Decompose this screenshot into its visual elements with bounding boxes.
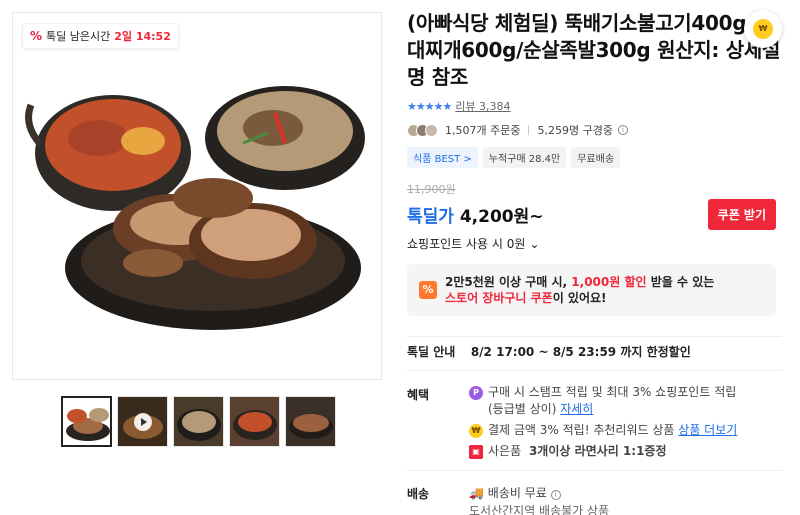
deal-price: 톡딜가 4,200원~ bbox=[407, 202, 544, 227]
price-row: 톡딜가 4,200원~ 쿠폰 받기 bbox=[407, 199, 782, 230]
deal-info-row: 톡딜 안내 8/2 17:00 ~ 8/5 23:59 까지 한정할인 bbox=[407, 343, 782, 360]
floating-reward-button[interactable]: ₩ bbox=[744, 10, 782, 48]
shipping-info: 🚚 배송비 무료 i bbox=[469, 484, 782, 501]
orders-count: 1,507개 주문중 bbox=[445, 124, 521, 137]
food-illustration bbox=[25, 86, 365, 330]
benefits-label: 혜택 bbox=[407, 388, 430, 402]
deal-price-label: 톡딜가 bbox=[407, 207, 454, 227]
benefit-stamp: P 구매 시 스탬프 적립 및 최대 3% 쇼핑포인트 적립 (등급별 상이) … bbox=[469, 384, 737, 418]
coupon-icon: % bbox=[419, 281, 437, 299]
shipping-fee: 배송비 무료 bbox=[487, 486, 547, 500]
review-count-link[interactable]: 리뷰 3,384 bbox=[455, 98, 510, 114]
original-price: 11,900원 bbox=[407, 183, 456, 196]
tag-cumulative-purchase: 누적구매 28.4만 bbox=[482, 147, 567, 168]
gift-icon: ▣ bbox=[469, 445, 483, 459]
deal-info-label: 톡딜 안내 bbox=[407, 345, 456, 359]
reward-coin-icon: ₩ bbox=[753, 19, 773, 39]
benefit-list: P 구매 시 스탬프 적립 및 최대 3% 쇼핑포인트 적립 (등급별 상이) … bbox=[469, 384, 737, 464]
divider bbox=[407, 470, 782, 471]
chevron-down-icon: ⌄ bbox=[529, 236, 540, 251]
tag-food-best[interactable]: 식품 BEST > bbox=[407, 147, 478, 168]
product-title: (아빠식당 체험딜) 뚝배기소불고기400g/부대찌개600g/순살족발300g… bbox=[407, 11, 781, 89]
thumbnail-video[interactable] bbox=[117, 396, 168, 447]
thumbnail-4[interactable] bbox=[229, 396, 280, 447]
truck-icon: 🚚 bbox=[469, 486, 484, 500]
more-products-link[interactable]: 상품 더보기 bbox=[678, 423, 737, 437]
coupon-button[interactable]: 쿠폰 받기 bbox=[707, 199, 776, 230]
buyer-stats: 1,507개 주문중 5,259명 구경중 i bbox=[407, 122, 782, 138]
deal-timer-badge: % 톡딜 남은시간 2일 14:52 bbox=[22, 23, 179, 49]
thumbnail-1[interactable] bbox=[61, 396, 112, 447]
tag-free-shipping: 무료배송 bbox=[571, 147, 621, 168]
divider bbox=[407, 336, 782, 337]
info-icon[interactable]: i bbox=[550, 490, 561, 500]
play-icon bbox=[134, 413, 152, 431]
point-icon: P bbox=[469, 386, 483, 400]
shipping-note: 도서산간지역 배송불가 상품 bbox=[469, 504, 610, 515]
subscriber-count: 5,259명 구경중 bbox=[537, 124, 613, 137]
buyer-avatars bbox=[407, 123, 438, 137]
thumbnail-3[interactable] bbox=[173, 396, 224, 447]
rating-row: ★★★★★ 리뷰 3,384 bbox=[407, 98, 782, 114]
details-link[interactable]: 자세히 bbox=[560, 402, 593, 416]
reward-coin-icon: ₩ bbox=[469, 424, 483, 438]
benefit-reward: ₩ 결제 금액 3% 적립! 추천리워드 상품 상품 더보기 bbox=[469, 422, 737, 439]
benefit-gift: ▣ 사은품 3개이상 라면사리 1:1증정 bbox=[469, 443, 737, 460]
deal-price-amount: 4,200원~ bbox=[459, 207, 544, 227]
divider bbox=[407, 370, 782, 371]
promo-text: 2만5천원 이상 구매 시, 1,000원 할인 받을 수 있는 스토어 장바구… bbox=[445, 275, 715, 305]
tag-list: 식품 BEST > 누적구매 28.4만 무료배송 bbox=[407, 147, 782, 168]
deal-info-text: 8/2 17:00 ~ 8/5 23:59 까지 한정할인 bbox=[470, 345, 691, 359]
points-row[interactable]: 쇼핑포인트 사용 시 0원 ⌄ bbox=[407, 235, 782, 252]
shipping-label: 배송 bbox=[407, 487, 430, 501]
star-rating-icon: ★★★★★ bbox=[407, 99, 452, 113]
timer-value: 2일 14:52 bbox=[114, 30, 171, 43]
points-text: 쇼핑포인트 사용 시 0원 bbox=[407, 237, 526, 251]
divider bbox=[528, 125, 530, 135]
thumbnail-strip bbox=[61, 396, 336, 447]
main-product-image[interactable]: % 톡딜 남은시간 2일 14:52 bbox=[12, 12, 382, 380]
product-info: (아빠식당 체험딜) 뚝배기소불고기400g/부대찌개600g/순살족발300g… bbox=[407, 10, 782, 316]
info-icon[interactable]: i bbox=[617, 125, 628, 135]
thumbnail-5[interactable] bbox=[285, 396, 336, 447]
timer-label: 톡딜 남은시간 bbox=[46, 30, 111, 43]
store-coupon-banner[interactable]: % 2만5천원 이상 구매 시, 1,000원 할인 받을 수 있는 스토어 장… bbox=[407, 264, 776, 316]
percent-icon: % bbox=[30, 29, 43, 43]
